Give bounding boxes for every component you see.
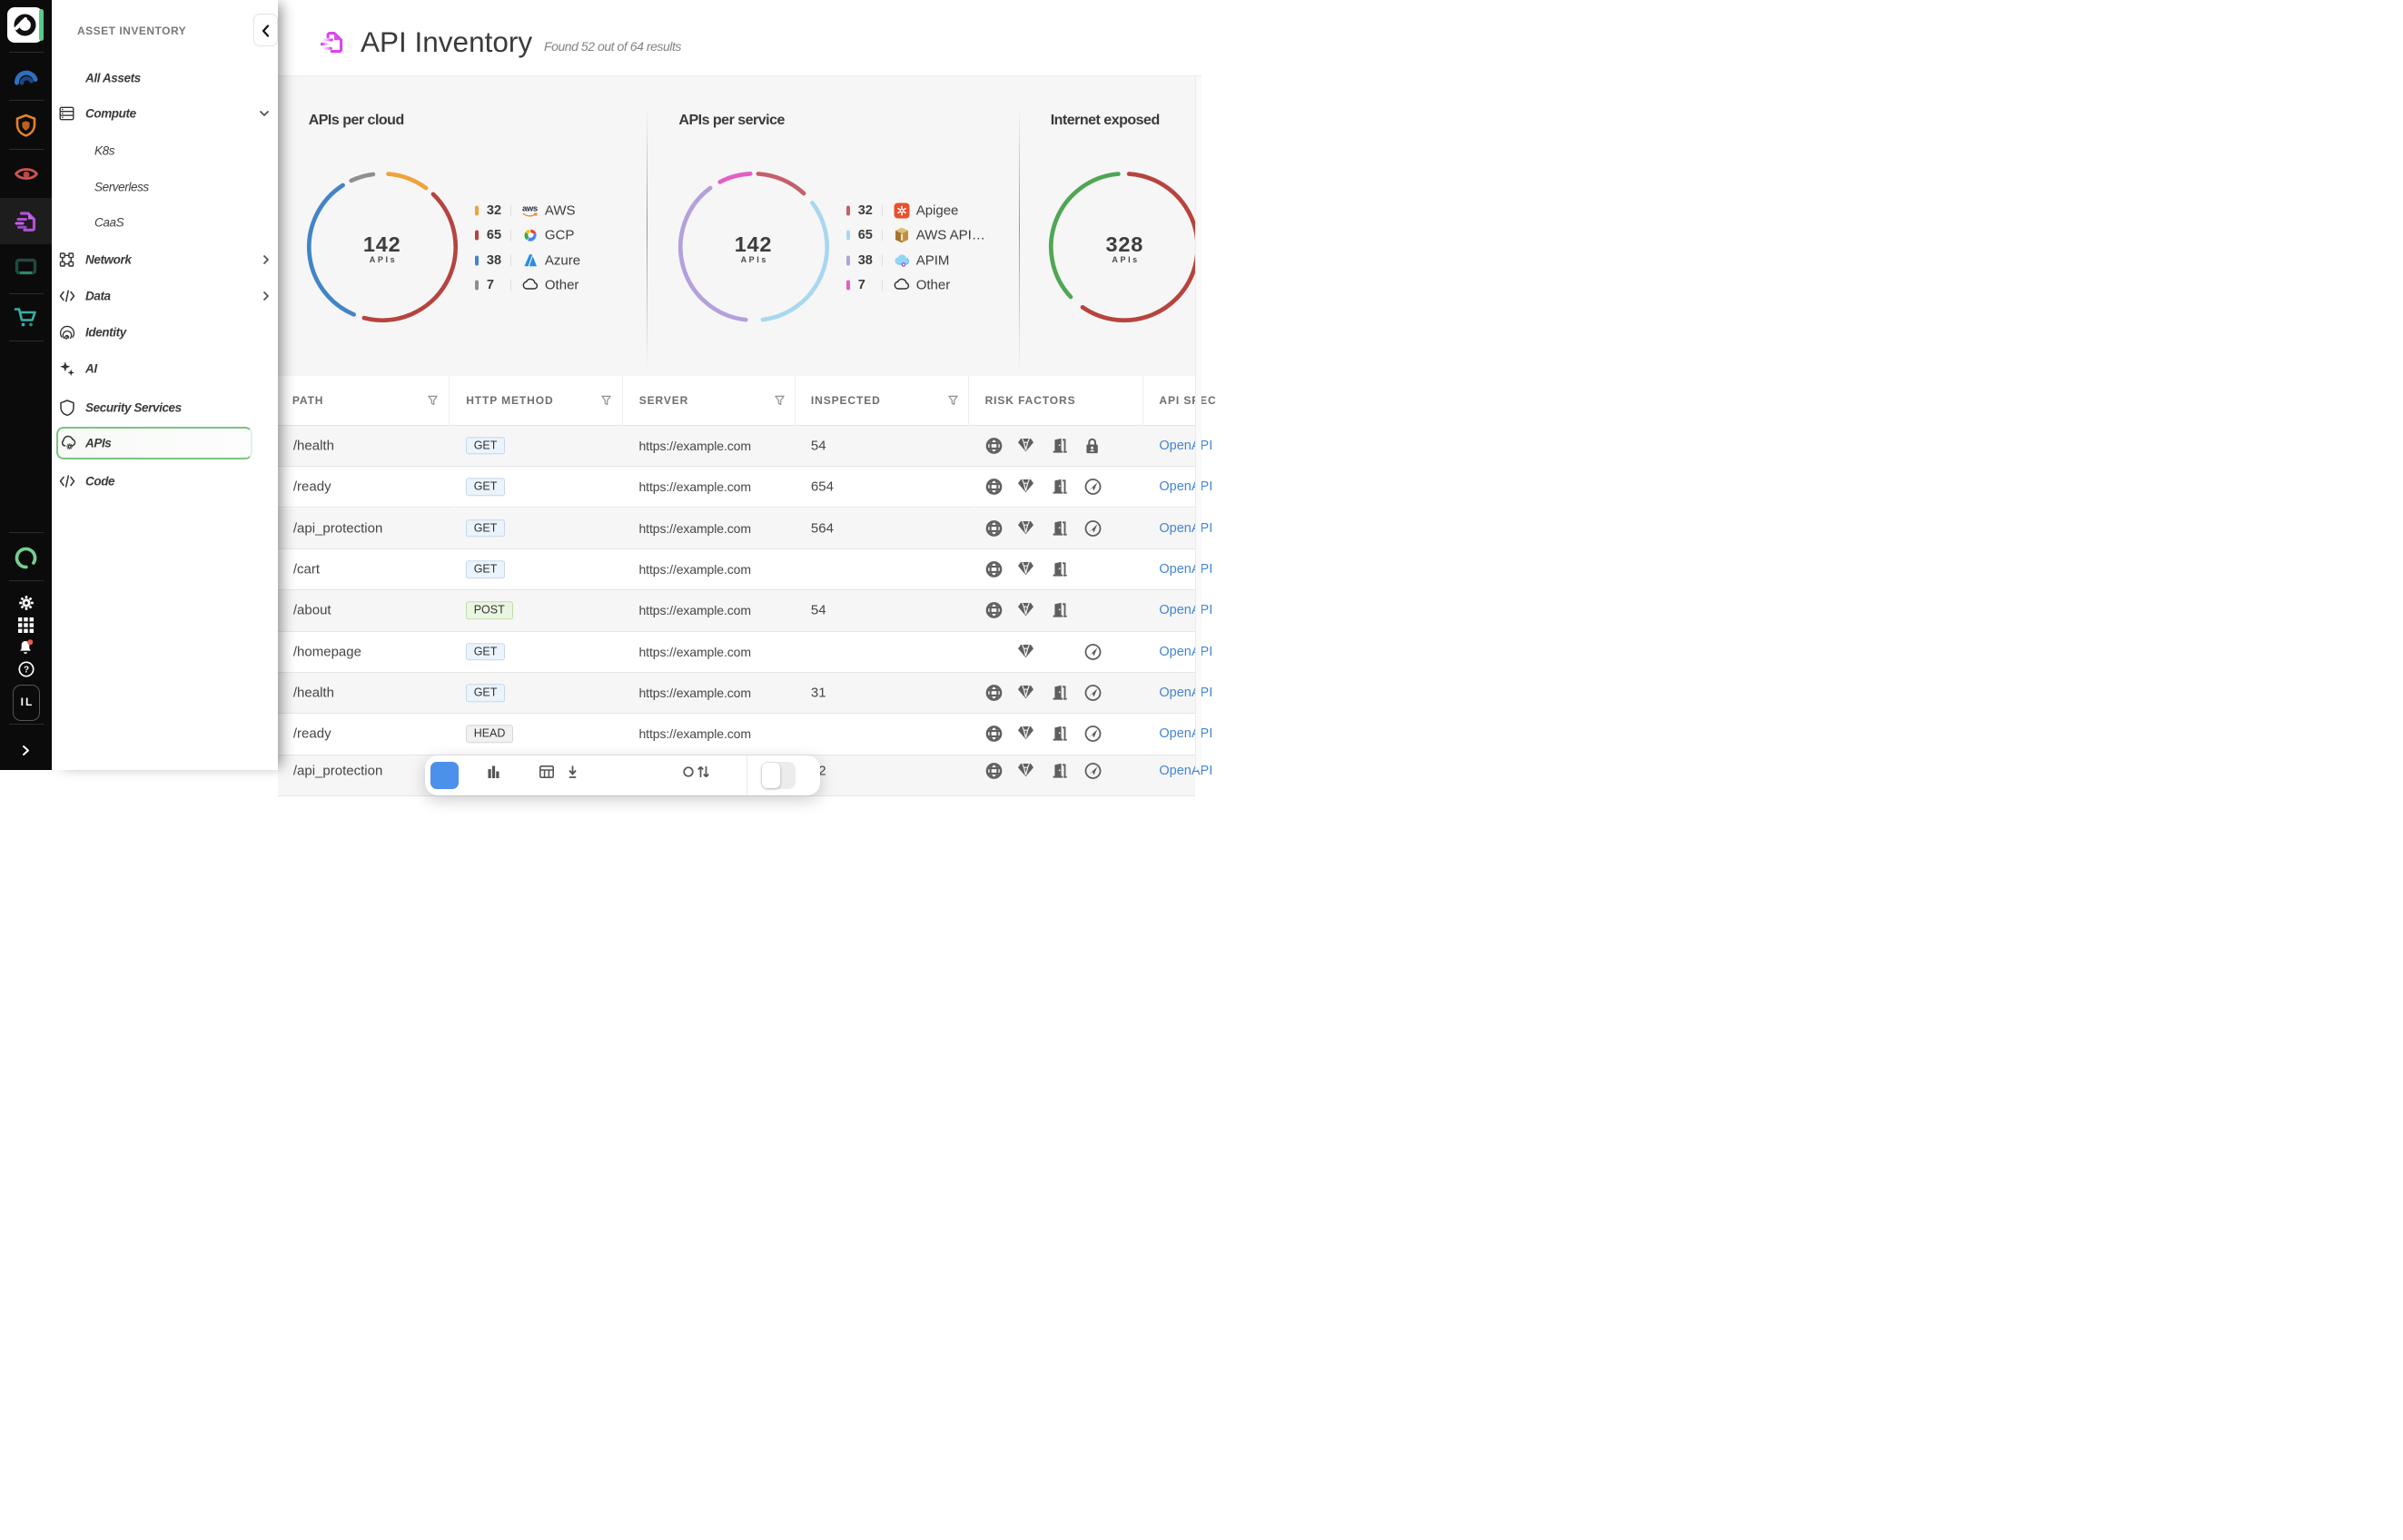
svg-text:?: ? [23,666,28,676]
